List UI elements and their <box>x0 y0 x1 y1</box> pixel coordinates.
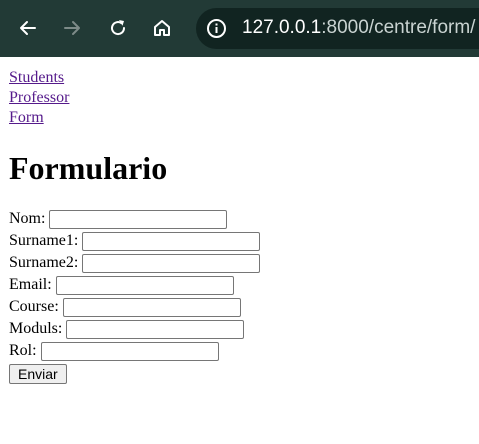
surname2-label: Surname2: <box>9 254 79 271</box>
back-button[interactable] <box>16 16 40 40</box>
email-input[interactable] <box>55 275 234 295</box>
course-input[interactable] <box>62 297 241 317</box>
nav-link-professor[interactable]: Professor <box>9 88 470 108</box>
form-row-rol: Rol: <box>9 340 470 362</box>
course-label: Course: <box>9 298 59 315</box>
surname1-label: Surname1: <box>9 232 79 249</box>
forward-button[interactable] <box>60 16 84 40</box>
reload-icon <box>111 20 126 36</box>
address-bar[interactable]: 127.0.0.1:8000/centre/form/ <box>196 8 479 49</box>
nom-input[interactable] <box>49 209 228 229</box>
surname2-input[interactable] <box>82 253 261 273</box>
moduls-input[interactable] <box>66 319 245 339</box>
url-text[interactable]: 127.0.0.1:8000/centre/form/ <box>242 17 475 39</box>
form-row-surname2: Surname2: <box>9 252 470 274</box>
page-content: Students Professor Form Formulario Nom: … <box>0 57 479 384</box>
reload-button[interactable] <box>106 16 130 40</box>
home-icon <box>154 20 170 36</box>
student-form: Nom: Surname1: Surname2: Email: Course: … <box>9 208 470 384</box>
browser-toolbar: 127.0.0.1:8000/centre/form/ <box>0 0 479 57</box>
form-row-moduls: Moduls: <box>9 318 470 340</box>
site-info-icon[interactable] <box>206 18 227 39</box>
form-row-course: Course: <box>9 296 470 318</box>
rol-input[interactable] <box>40 341 219 361</box>
page-title: Formulario <box>9 150 168 186</box>
moduls-label: Moduls: <box>9 320 63 337</box>
nom-label: Nom: <box>9 210 46 227</box>
form-row-nom: Nom: <box>9 208 470 230</box>
url-path: :8000/centre/form/ <box>321 17 476 38</box>
home-button[interactable] <box>150 16 174 40</box>
nav-links: Students Professor Form <box>9 68 470 128</box>
back-arrow-icon <box>20 21 36 35</box>
surname1-input[interactable] <box>82 231 261 251</box>
email-label: Email: <box>9 276 52 293</box>
nav-link-students[interactable]: Students <box>9 68 470 88</box>
form-row-email: Email: <box>9 274 470 296</box>
url-host: 127.0.0.1 <box>242 17 322 38</box>
rol-label: Rol: <box>9 342 37 359</box>
forward-arrow-icon <box>64 21 80 35</box>
form-row-surname1: Surname1: <box>9 230 470 252</box>
nav-link-form[interactable]: Form <box>9 108 470 128</box>
submit-button[interactable]: Enviar <box>9 364 67 384</box>
